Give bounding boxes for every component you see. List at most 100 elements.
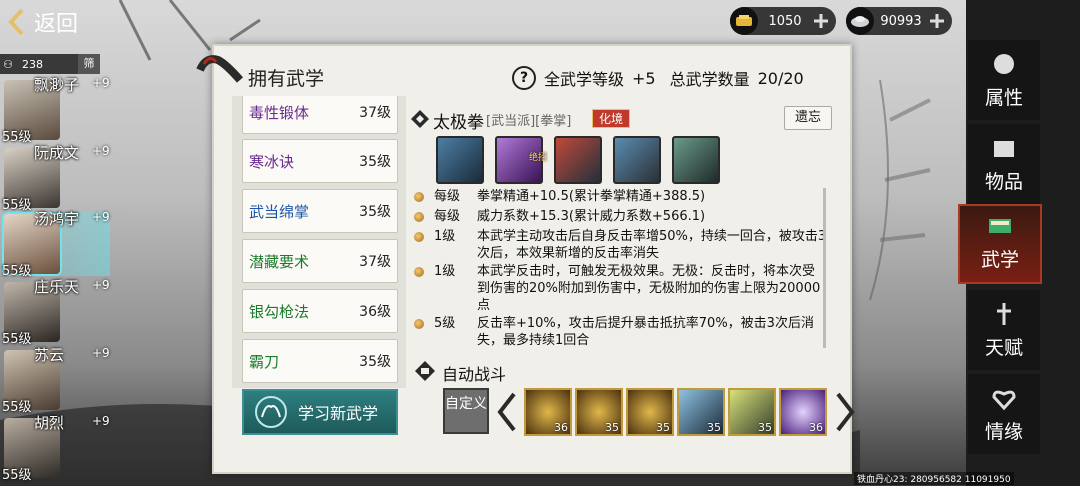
skill-level: 35级	[359, 154, 391, 170]
effects-scrollbar[interactable]	[823, 188, 826, 348]
skill-level: 37级	[359, 254, 391, 270]
character-bonus: +9	[92, 346, 110, 360]
tab-items[interactable]: 物品	[968, 124, 1040, 204]
diamond-icon	[411, 110, 429, 128]
character-bonus: +9	[92, 414, 110, 428]
plus-icon[interactable]	[928, 12, 946, 30]
skill-list[interactable]: 毒性锻体 37级 寒冰诀 35级 武当绵掌 35级 潜藏要术 37级 银勾枪法 …	[232, 96, 406, 388]
tab-label: 物品	[984, 171, 1023, 193]
gold-value: 1050	[768, 13, 802, 29]
auto-skill-slot[interactable]: 35	[728, 388, 776, 436]
skill-level: 35级	[359, 354, 391, 370]
wings-icon	[255, 396, 287, 428]
character-bonus: +9	[92, 144, 110, 158]
skill-item[interactable]: 武当绵掌 35级	[242, 189, 398, 233]
back-button[interactable]: 返回	[6, 4, 88, 40]
skill-stats: ? 全武学等级 +5 总武学数量 20/20	[512, 66, 804, 90]
gold-currency: 1050	[730, 7, 836, 35]
auto-skill-slot[interactable]: 35	[575, 388, 623, 436]
tab-talents[interactable]: 天赋	[968, 290, 1040, 370]
skill-item[interactable]: 潜藏要术 37级	[242, 239, 398, 283]
slot-level: 35	[707, 421, 721, 434]
silver-ingot-icon	[846, 7, 874, 35]
slot-level: 36	[809, 421, 823, 434]
character-item[interactable]: 阮成文 +9 55级	[0, 142, 110, 213]
effect-text: 本武学主动攻击后自身反击率增50%，持续一回合，被攻击3次后，本效果新增的反击率…	[477, 229, 827, 261]
character-level: 55级	[2, 468, 32, 483]
tab-martial-arts[interactable]: 武学	[958, 204, 1042, 284]
slot-level: 35	[605, 421, 619, 434]
character-item[interactable]: 庄乐天 +9 55级	[0, 276, 110, 347]
auto-skill-slot[interactable]: 36	[779, 388, 827, 436]
effect-text: 威力系数+15.3(累计威力系数+566.1)	[477, 209, 706, 224]
custom-button[interactable]: 自定义	[443, 388, 489, 434]
footer-id: 铁血丹心23: 280956582 11091950	[854, 472, 1014, 485]
auto-skill-slot[interactable]: 35	[626, 388, 674, 436]
auto-battle-icon	[415, 361, 435, 381]
silver-currency: 90993	[846, 7, 952, 35]
brush-stroke-icon	[196, 55, 244, 83]
bullet-icon	[414, 267, 424, 277]
panel-title: 拥有武学	[248, 68, 325, 90]
character-bonus: +9	[92, 76, 110, 90]
skill-level: 37级	[359, 105, 391, 121]
chevron-left-icon	[8, 8, 24, 36]
arrow-left-icon[interactable]	[496, 392, 518, 432]
tab-attributes[interactable]: 属性	[968, 40, 1040, 120]
effect-level: 5级	[434, 316, 456, 331]
tab-label: 情缘	[984, 421, 1023, 443]
skill-item[interactable]: 毒性锻体 37级	[242, 96, 398, 134]
move-icon[interactable]	[436, 136, 484, 184]
bullet-icon	[414, 232, 424, 242]
character-item[interactable]: 飘渺子 +9 55级	[0, 74, 110, 145]
slot-level: 35	[656, 421, 670, 434]
skill-item[interactable]: 银勾枪法 36级	[242, 289, 398, 333]
effect-text: 拳掌精通+10.5(累计拳掌精通+388.5)	[477, 189, 706, 204]
character-name: 汤鸿宇	[34, 210, 80, 228]
skill-name: 银勾枪法	[249, 302, 310, 321]
filter-button[interactable]: 筛	[78, 54, 100, 74]
skill-detail-name: 太极拳	[433, 113, 484, 133]
learn-new-skill-button[interactable]: 学习新武学	[242, 389, 398, 435]
bullet-icon	[414, 319, 424, 329]
total-value: 20/20	[757, 68, 804, 88]
character-name: 庄乐天	[34, 278, 80, 296]
effect-text: 反击率+10%，攻击后提升暴击抵抗率70%，被击3次后消失，最多持续1回合	[477, 316, 814, 348]
character-name: 苏云	[34, 346, 65, 364]
effect-level: 每级	[434, 189, 461, 204]
character-item[interactable]: 苏云 +9 55级	[0, 344, 110, 415]
skill-item[interactable]: 霸刀 35级	[242, 339, 398, 383]
skill-name: 潜藏要术	[249, 252, 310, 271]
character-item-selected[interactable]: 汤鸿宇 +9 55级	[0, 208, 110, 279]
character-name: 阮成文	[34, 144, 80, 162]
bullet-icon	[414, 192, 424, 202]
tab-relationships[interactable]: 情缘	[968, 374, 1040, 454]
auto-skill-slot[interactable]: 36	[524, 388, 572, 436]
box-icon	[994, 141, 1014, 157]
skill-name: 毒性锻体	[249, 103, 310, 122]
character-bonus: +9	[92, 210, 110, 224]
move-icon[interactable]	[554, 136, 602, 184]
help-icon[interactable]: ?	[512, 66, 536, 90]
character-count: 238	[22, 57, 43, 71]
arrow-right-icon[interactable]	[834, 392, 856, 432]
ultimate-badge: 绝招	[528, 153, 547, 163]
total-label: 总武学数量	[669, 70, 750, 89]
skill-name: 霸刀	[249, 352, 280, 371]
all-level-label: 全武学等级	[544, 70, 625, 89]
slot-level: 35	[758, 421, 772, 434]
move-icon[interactable]	[613, 136, 661, 184]
book-icon	[989, 219, 1011, 233]
tab-label: 武学	[980, 249, 1019, 271]
auto-skill-slot[interactable]: 35	[677, 388, 725, 436]
move-icon[interactable]: 绝招	[495, 136, 547, 184]
skill-item[interactable]: 寒冰诀 35级	[242, 139, 398, 183]
forget-button[interactable]: 遗忘	[784, 106, 832, 130]
plus-icon[interactable]	[812, 12, 830, 30]
move-icon[interactable]	[672, 136, 720, 184]
skill-detail-tags: [武当派][拳掌]	[486, 114, 572, 129]
character-item[interactable]: 胡烈 +9 55级	[0, 412, 110, 483]
character-name: 飘渺子	[34, 76, 80, 94]
gold-ingot-icon	[730, 7, 758, 35]
learn-new-skill-label: 学习新武学	[298, 404, 379, 423]
